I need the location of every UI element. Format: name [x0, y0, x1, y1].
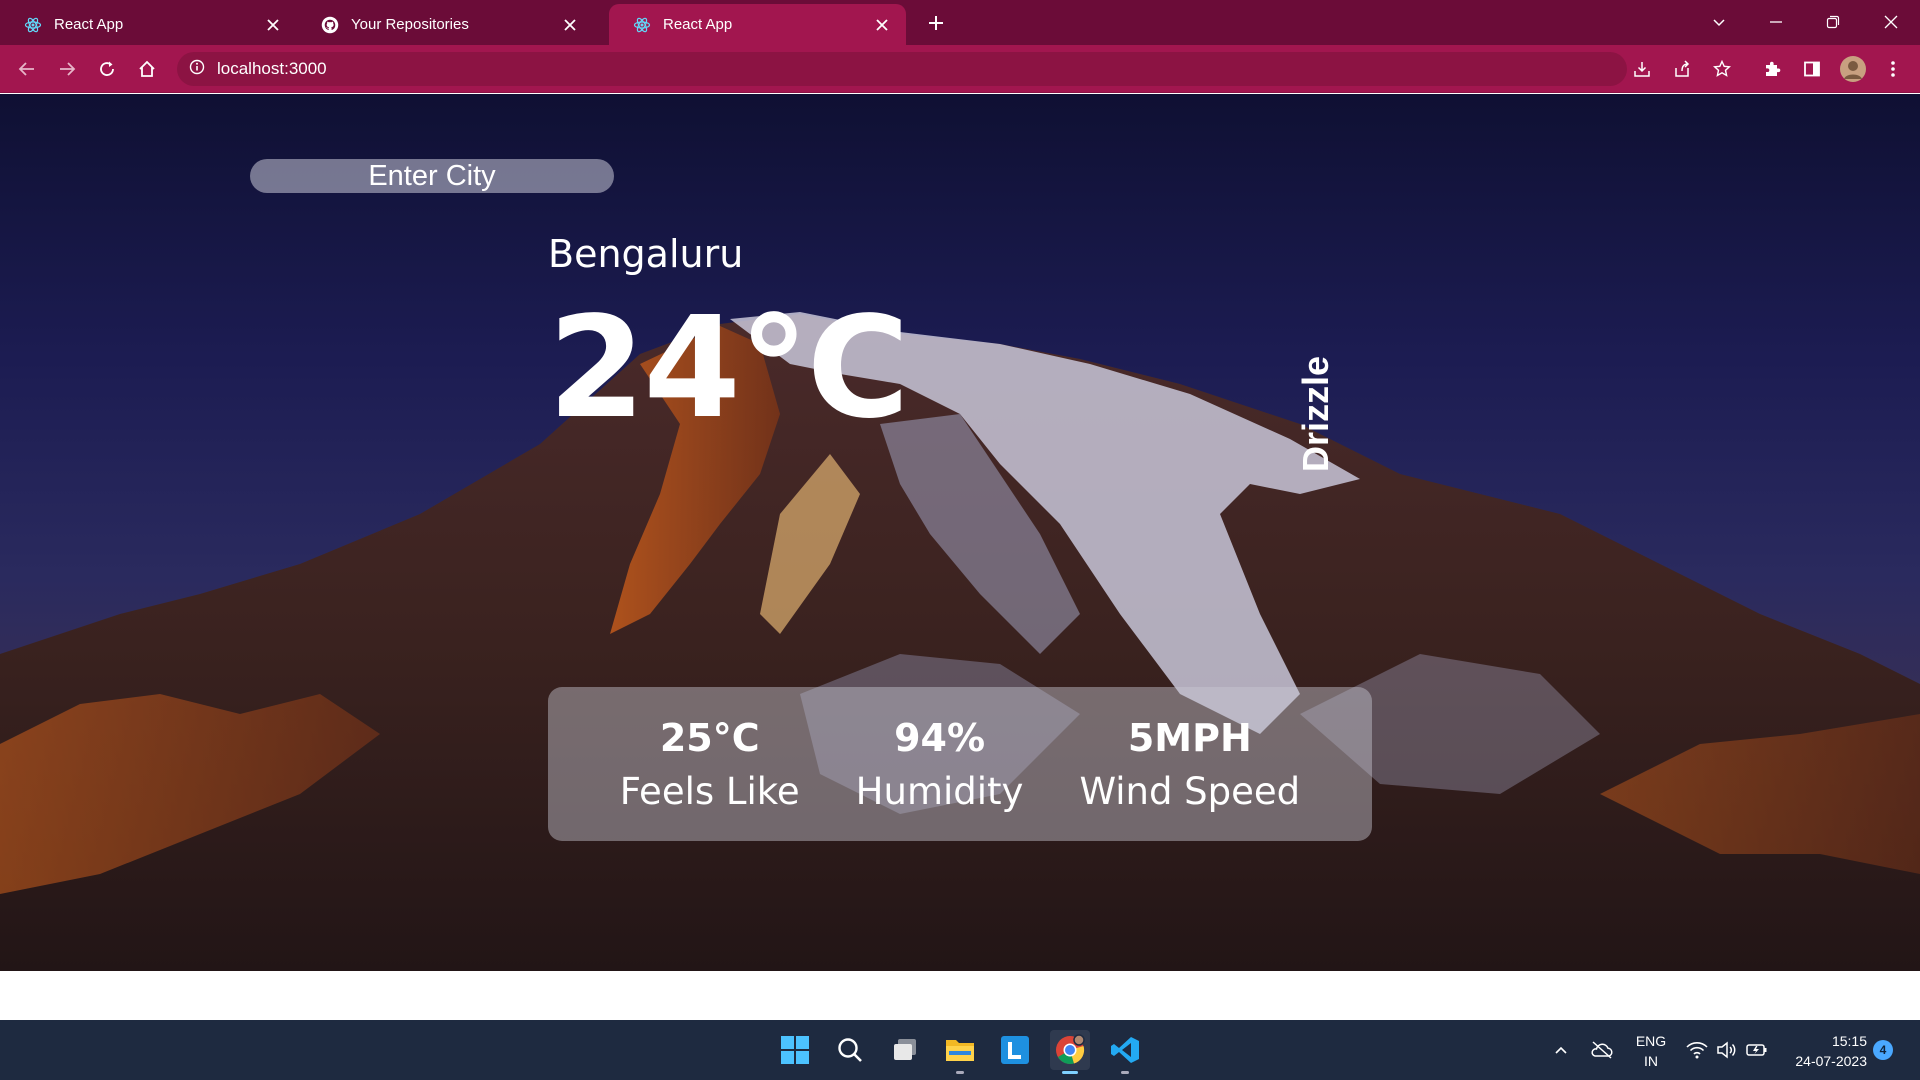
- tab-your-repositories[interactable]: Your Repositories: [297, 4, 594, 45]
- share-icon[interactable]: [1666, 53, 1698, 85]
- clock-date: 24-07-2023: [1795, 1053, 1867, 1069]
- humidity-value: 94%: [894, 715, 986, 760]
- show-hidden-icons-chevron[interactable]: [1547, 1036, 1575, 1064]
- forward-button[interactable]: [51, 53, 83, 85]
- battery-charging-icon[interactable]: [1743, 1036, 1771, 1064]
- extensions-puzzle-icon[interactable]: [1756, 53, 1788, 85]
- reload-button[interactable]: [91, 53, 123, 85]
- volume-icon[interactable]: [1713, 1036, 1741, 1064]
- browser-toolbar: localhost:3000: [0, 45, 1920, 93]
- weather-page: Bengaluru 24°C Drizzle 25°C Feels Like 9…: [0, 94, 1920, 971]
- tab-title: React App: [663, 16, 733, 33]
- weather-stats-panel: 25°C Feels Like 94% Humidity 5MPH Wind S…: [548, 687, 1372, 841]
- tab-title: Your Repositories: [351, 16, 469, 33]
- back-button[interactable]: [11, 53, 43, 85]
- site-info-icon[interactable]: [189, 59, 205, 80]
- tab-react-app-1[interactable]: React App: [0, 4, 297, 45]
- l-app-icon[interactable]: [995, 1030, 1035, 1070]
- city-search-input[interactable]: [250, 159, 614, 193]
- install-app-icon[interactable]: [1626, 53, 1658, 85]
- input-language-indicator[interactable]: ENG IN: [1628, 1031, 1674, 1071]
- onedrive-offline-icon[interactable]: [1588, 1036, 1616, 1064]
- file-explorer-icon[interactable]: [940, 1030, 980, 1074]
- tab-strip: React App Your Repositories React App: [0, 0, 1920, 45]
- restore-button[interactable]: [1811, 6, 1855, 38]
- react-icon: [24, 16, 42, 34]
- notification-count-badge[interactable]: 4: [1873, 1040, 1893, 1060]
- city-name: Bengaluru: [548, 232, 744, 276]
- windows-taskbar: ENG IN 15:15 24-07-2023: [0, 1020, 1920, 1080]
- windows-start-icon[interactable]: [775, 1030, 815, 1070]
- bookmark-star-icon[interactable]: [1706, 53, 1738, 85]
- close-tab-icon[interactable]: [263, 15, 283, 35]
- feels-like-label: Feels Like: [619, 769, 800, 813]
- close-tab-icon[interactable]: [872, 15, 892, 35]
- chrome-icon[interactable]: [1050, 1030, 1090, 1074]
- page-blank-area: [0, 971, 1920, 1019]
- minimize-button[interactable]: [1754, 6, 1798, 38]
- github-icon: [321, 16, 339, 34]
- region-code: IN: [1644, 1053, 1658, 1069]
- url-text: localhost:3000: [217, 59, 327, 78]
- wind-speed-stat: 5MPH Wind Speed: [1079, 716, 1300, 813]
- search-icon[interactable]: [830, 1030, 870, 1070]
- tab-search-chevron-icon[interactable]: [1697, 6, 1741, 38]
- home-button[interactable]: [131, 53, 163, 85]
- close-tab-icon[interactable]: [560, 15, 580, 35]
- current-temperature: 24°C: [548, 287, 910, 450]
- wind-speed-value: 5MPH: [1127, 715, 1252, 760]
- task-view-icon[interactable]: [885, 1030, 925, 1070]
- profile-avatar[interactable]: [1837, 53, 1869, 85]
- browser-menu-icon[interactable]: [1877, 53, 1909, 85]
- wifi-icon[interactable]: [1683, 1036, 1711, 1064]
- feels-like-value: 25°C: [659, 715, 760, 760]
- vscode-icon[interactable]: [1105, 1030, 1145, 1074]
- humidity-label: Humidity: [855, 769, 1024, 813]
- wind-speed-label: Wind Speed: [1079, 769, 1301, 813]
- feels-like-stat: 25°C Feels Like: [620, 716, 800, 813]
- side-panel-icon[interactable]: [1796, 53, 1828, 85]
- tab-title: React App: [54, 16, 124, 33]
- clock[interactable]: 15:15 24-07-2023: [1783, 1031, 1867, 1071]
- tab-react-app-active[interactable]: React App: [609, 4, 906, 45]
- react-icon: [633, 16, 651, 34]
- address-bar[interactable]: localhost:3000: [177, 52, 1627, 86]
- clock-time: 15:15: [1831, 1033, 1867, 1049]
- close-window-button[interactable]: [1869, 6, 1913, 38]
- humidity-stat: 94% Humidity: [856, 716, 1024, 813]
- new-tab-button[interactable]: [922, 9, 950, 37]
- language-code: ENG: [1635, 1033, 1667, 1049]
- weather-condition: Drizzle: [1295, 355, 1336, 473]
